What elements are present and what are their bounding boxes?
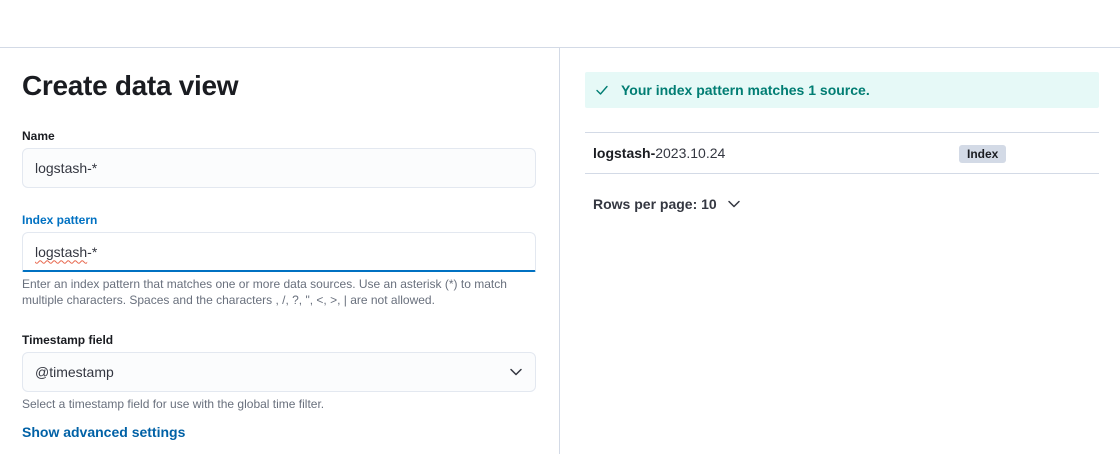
callout-text: Your index pattern matches 1 source. <box>621 82 870 98</box>
index-pattern-help: Enter an index pattern that matches one … <box>22 277 507 307</box>
matching-sources-panel: Your index pattern matches 1 source. log… <box>561 48 1120 454</box>
name-label: Name <box>22 129 55 143</box>
index-pattern-value-rest: -* <box>87 243 98 260</box>
timestamp-label: Timestamp field <box>22 333 114 347</box>
rows-per-page-label: Rows per page: 10 <box>593 196 717 212</box>
index-pattern-field[interactable]: logstash -* <box>22 232 536 272</box>
check-icon <box>596 85 608 95</box>
name-field[interactable]: logstash-* <box>22 148 536 188</box>
create-data-view-form: Create data view Name logstash-* Index p… <box>0 48 560 454</box>
chevron-down-icon <box>510 368 522 376</box>
table-row: logstash- 2023.10.24 Index <box>585 132 1099 174</box>
timestamp-value: @timestamp <box>35 364 114 380</box>
source-name-rest: 2023.10.24 <box>655 145 726 161</box>
show-advanced-settings-link[interactable]: Show advanced settings <box>22 424 185 440</box>
index-pattern-label: Index pattern <box>22 213 98 227</box>
chevron-down-icon <box>727 200 740 208</box>
name-value: logstash-* <box>35 160 98 176</box>
source-name-bold: logstash- <box>593 145 656 161</box>
timestamp-select[interactable]: @timestamp <box>22 352 536 392</box>
rows-per-page-button[interactable]: Rows per page: 10 <box>593 196 741 212</box>
top-bar <box>0 0 1120 48</box>
sources-table: logstash- 2023.10.24 Index <box>585 132 1099 174</box>
index-pattern-value-misspelled: logstash <box>35 243 88 260</box>
match-callout: Your index pattern matches 1 source. <box>585 72 1099 108</box>
page-title: Create data view <box>22 70 239 101</box>
index-badge: Index <box>959 145 1007 163</box>
timestamp-help: Select a timestamp field for use with th… <box>22 397 325 411</box>
